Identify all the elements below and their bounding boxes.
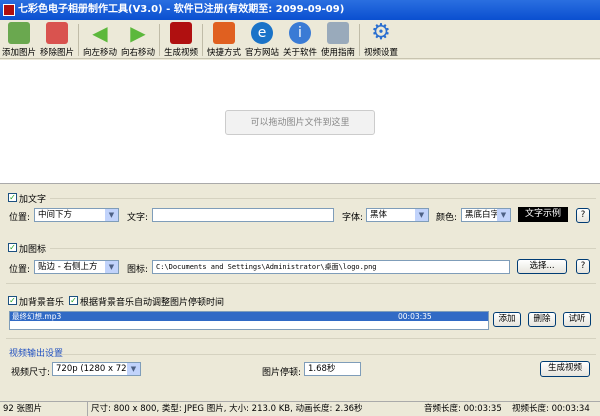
add-logo-label: 加图标 bbox=[19, 245, 47, 255]
status-audio-length: 音频长度: 00:03:35 bbox=[424, 404, 502, 414]
toolbar-button-info[interactable]: i 关于软件 bbox=[281, 20, 319, 59]
music-duration: 00:03:35 bbox=[398, 312, 432, 321]
toolbar-button-guide[interactable]: 使用指南 bbox=[319, 20, 357, 59]
font-select[interactable]: 黑体 ▼ bbox=[366, 208, 429, 222]
preview-music-button[interactable]: 试听 bbox=[563, 312, 591, 327]
color-select[interactable]: 黑底白字 ▼ bbox=[461, 208, 511, 222]
selected-value: 贴边 - 右侧上方 bbox=[38, 262, 98, 272]
music-list[interactable]: 最终幻想.mp3 00:03:35 bbox=[9, 311, 489, 330]
add-music-button[interactable]: 添加 bbox=[493, 312, 521, 327]
color-label: 颜色: bbox=[436, 213, 458, 223]
add-text-checkbox[interactable]: ✓ bbox=[8, 193, 17, 202]
music-list-item[interactable]: 最终幻想.mp3 00:03:35 bbox=[10, 312, 488, 321]
toolbar: 添加图片 移除图片 ◀ 向左移动 ▶ 向右移动 生成视频 快捷方式 e 官方网站 i 关于软件 使用指南… bbox=[0, 20, 600, 59]
selected-value: 黑体 bbox=[370, 210, 388, 220]
selected-value: 黑底白字 bbox=[465, 210, 500, 220]
status-video-length: 视频长度: 00:03:34 bbox=[512, 404, 590, 414]
toolbar-label: 快捷方式 bbox=[206, 48, 241, 58]
toolbar-button-film[interactable]: 生成视频 bbox=[162, 20, 200, 59]
logo-help-button[interactable]: ? bbox=[576, 259, 590, 274]
toolbar-separator bbox=[359, 24, 360, 56]
cubes-icon bbox=[213, 22, 235, 44]
auto-adjust-label: 根据背景音乐自动调整图片停顿时间 bbox=[80, 298, 225, 308]
info-icon: i bbox=[289, 22, 311, 44]
text-input[interactable] bbox=[152, 208, 334, 222]
arrow-left-icon: ◀ bbox=[92, 21, 108, 45]
remove-image-icon bbox=[46, 22, 68, 44]
toolbar-label: 移除图片 bbox=[39, 48, 74, 58]
toolbar-label: 官方网站 bbox=[244, 48, 279, 58]
delete-music-button[interactable]: 删除 bbox=[528, 312, 556, 327]
ie-icon: e bbox=[251, 22, 273, 44]
text-label: 文字: bbox=[127, 213, 149, 223]
status-image-info: 尺寸: 800 x 800, 类型: JPEG 图片, 大小: 213.0 KB… bbox=[87, 402, 363, 416]
title-bar: 七彩色电子相册制作工具(V3.0) - 软件已注册(有效期至: 2099-09-… bbox=[0, 0, 600, 20]
text-sample: 文字示例 bbox=[518, 207, 568, 222]
toolbar-separator bbox=[159, 24, 160, 56]
chevron-down-icon: ▼ bbox=[105, 209, 118, 221]
output-settings-heading: 视频输出设置 bbox=[9, 349, 64, 359]
divider bbox=[50, 198, 596, 199]
text-position-select[interactable]: 中间下方 ▼ bbox=[34, 208, 119, 222]
generate-video-button[interactable]: 生成视频 bbox=[540, 361, 590, 377]
status-bar: 92 张图片 尺寸: 800 x 800, 类型: JPEG 图片, 大小: 2… bbox=[0, 401, 600, 416]
toolbar-button-ie[interactable]: e 官方网站 bbox=[243, 20, 281, 59]
arrow-right-icon: ▶ bbox=[130, 21, 146, 45]
logo-path-input[interactable]: C:\Documents and Settings\Administrator\… bbox=[152, 260, 510, 274]
toolbar-button-arrow-right[interactable]: ▶ 向右移动 bbox=[119, 20, 157, 59]
film-icon bbox=[170, 22, 192, 44]
logo-path-label: 图标: bbox=[127, 265, 149, 275]
pause-input[interactable]: 1.68秒 bbox=[304, 362, 361, 376]
logo-position-label: 位置: bbox=[9, 265, 31, 275]
divider bbox=[6, 338, 596, 339]
toolbar-button-add-image[interactable]: 添加图片 bbox=[0, 20, 38, 59]
toolbar-button-remove-image[interactable]: 移除图片 bbox=[38, 20, 76, 59]
toolbar-label: 视频设置 bbox=[363, 48, 398, 58]
toolbar-label: 使用指南 bbox=[320, 48, 355, 58]
toolbar-button-arrow-left[interactable]: ◀ 向左移动 bbox=[81, 20, 119, 59]
chevron-down-icon: ▼ bbox=[127, 363, 140, 375]
font-label: 字体: bbox=[342, 213, 364, 223]
gear-icon: ⚙ bbox=[371, 20, 391, 45]
video-size-label: 视频尺寸: bbox=[11, 368, 51, 378]
add-logo-checkbox[interactable]: ✓ bbox=[8, 243, 17, 252]
add-image-icon bbox=[8, 22, 30, 44]
selected-value: 720p (1280 x 720) bbox=[56, 364, 136, 374]
chevron-down-icon: ▼ bbox=[415, 209, 428, 221]
divider bbox=[50, 248, 596, 249]
toolbar-label: 关于软件 bbox=[282, 48, 317, 58]
status-image-count: 92 张图片 bbox=[3, 404, 43, 414]
divider bbox=[60, 354, 596, 355]
toolbar-label: 添加图片 bbox=[1, 48, 36, 58]
guide-icon bbox=[327, 22, 349, 44]
logo-position-select[interactable]: 贴边 - 右侧上方 ▼ bbox=[34, 260, 119, 274]
toolbar-label: 生成视频 bbox=[163, 48, 198, 58]
app-icon bbox=[3, 4, 15, 16]
drop-hint-button[interactable]: 可以拖动图片文件到这里 bbox=[225, 110, 375, 135]
selected-value: 中间下方 bbox=[38, 210, 73, 220]
toolbar-button-gear[interactable]: ⚙ 视频设置 bbox=[362, 20, 400, 59]
toolbar-button-cubes[interactable]: 快捷方式 bbox=[205, 20, 243, 59]
text-position-label: 位置: bbox=[9, 213, 31, 223]
toolbar-separator bbox=[202, 24, 203, 56]
music-name: 最终幻想.mp3 bbox=[12, 312, 62, 321]
toolbar-separator bbox=[78, 24, 79, 56]
image-drop-area[interactable]: 可以拖动图片文件到这里 bbox=[0, 60, 600, 184]
choose-logo-button[interactable]: 选择... bbox=[517, 259, 567, 274]
auto-adjust-checkbox[interactable]: ✓ bbox=[69, 296, 78, 305]
video-size-select[interactable]: 720p (1280 x 720) ▼ bbox=[52, 362, 141, 376]
toolbar-label: 向右移动 bbox=[120, 48, 155, 58]
add-music-checkbox[interactable]: ✓ bbox=[8, 296, 17, 305]
window-title: 七彩色电子相册制作工具(V3.0) - 软件已注册(有效期至: 2099-09-… bbox=[18, 4, 345, 15]
divider bbox=[6, 283, 596, 284]
add-music-label: 加背景音乐 bbox=[19, 298, 65, 308]
chevron-down-icon: ▼ bbox=[105, 261, 118, 273]
chevron-down-icon: ▼ bbox=[497, 209, 510, 221]
add-text-label: 加文字 bbox=[19, 195, 47, 205]
toolbar-label: 向左移动 bbox=[82, 48, 117, 58]
text-help-button[interactable]: ? bbox=[576, 208, 590, 223]
pause-label: 图片停顿: bbox=[262, 368, 302, 378]
